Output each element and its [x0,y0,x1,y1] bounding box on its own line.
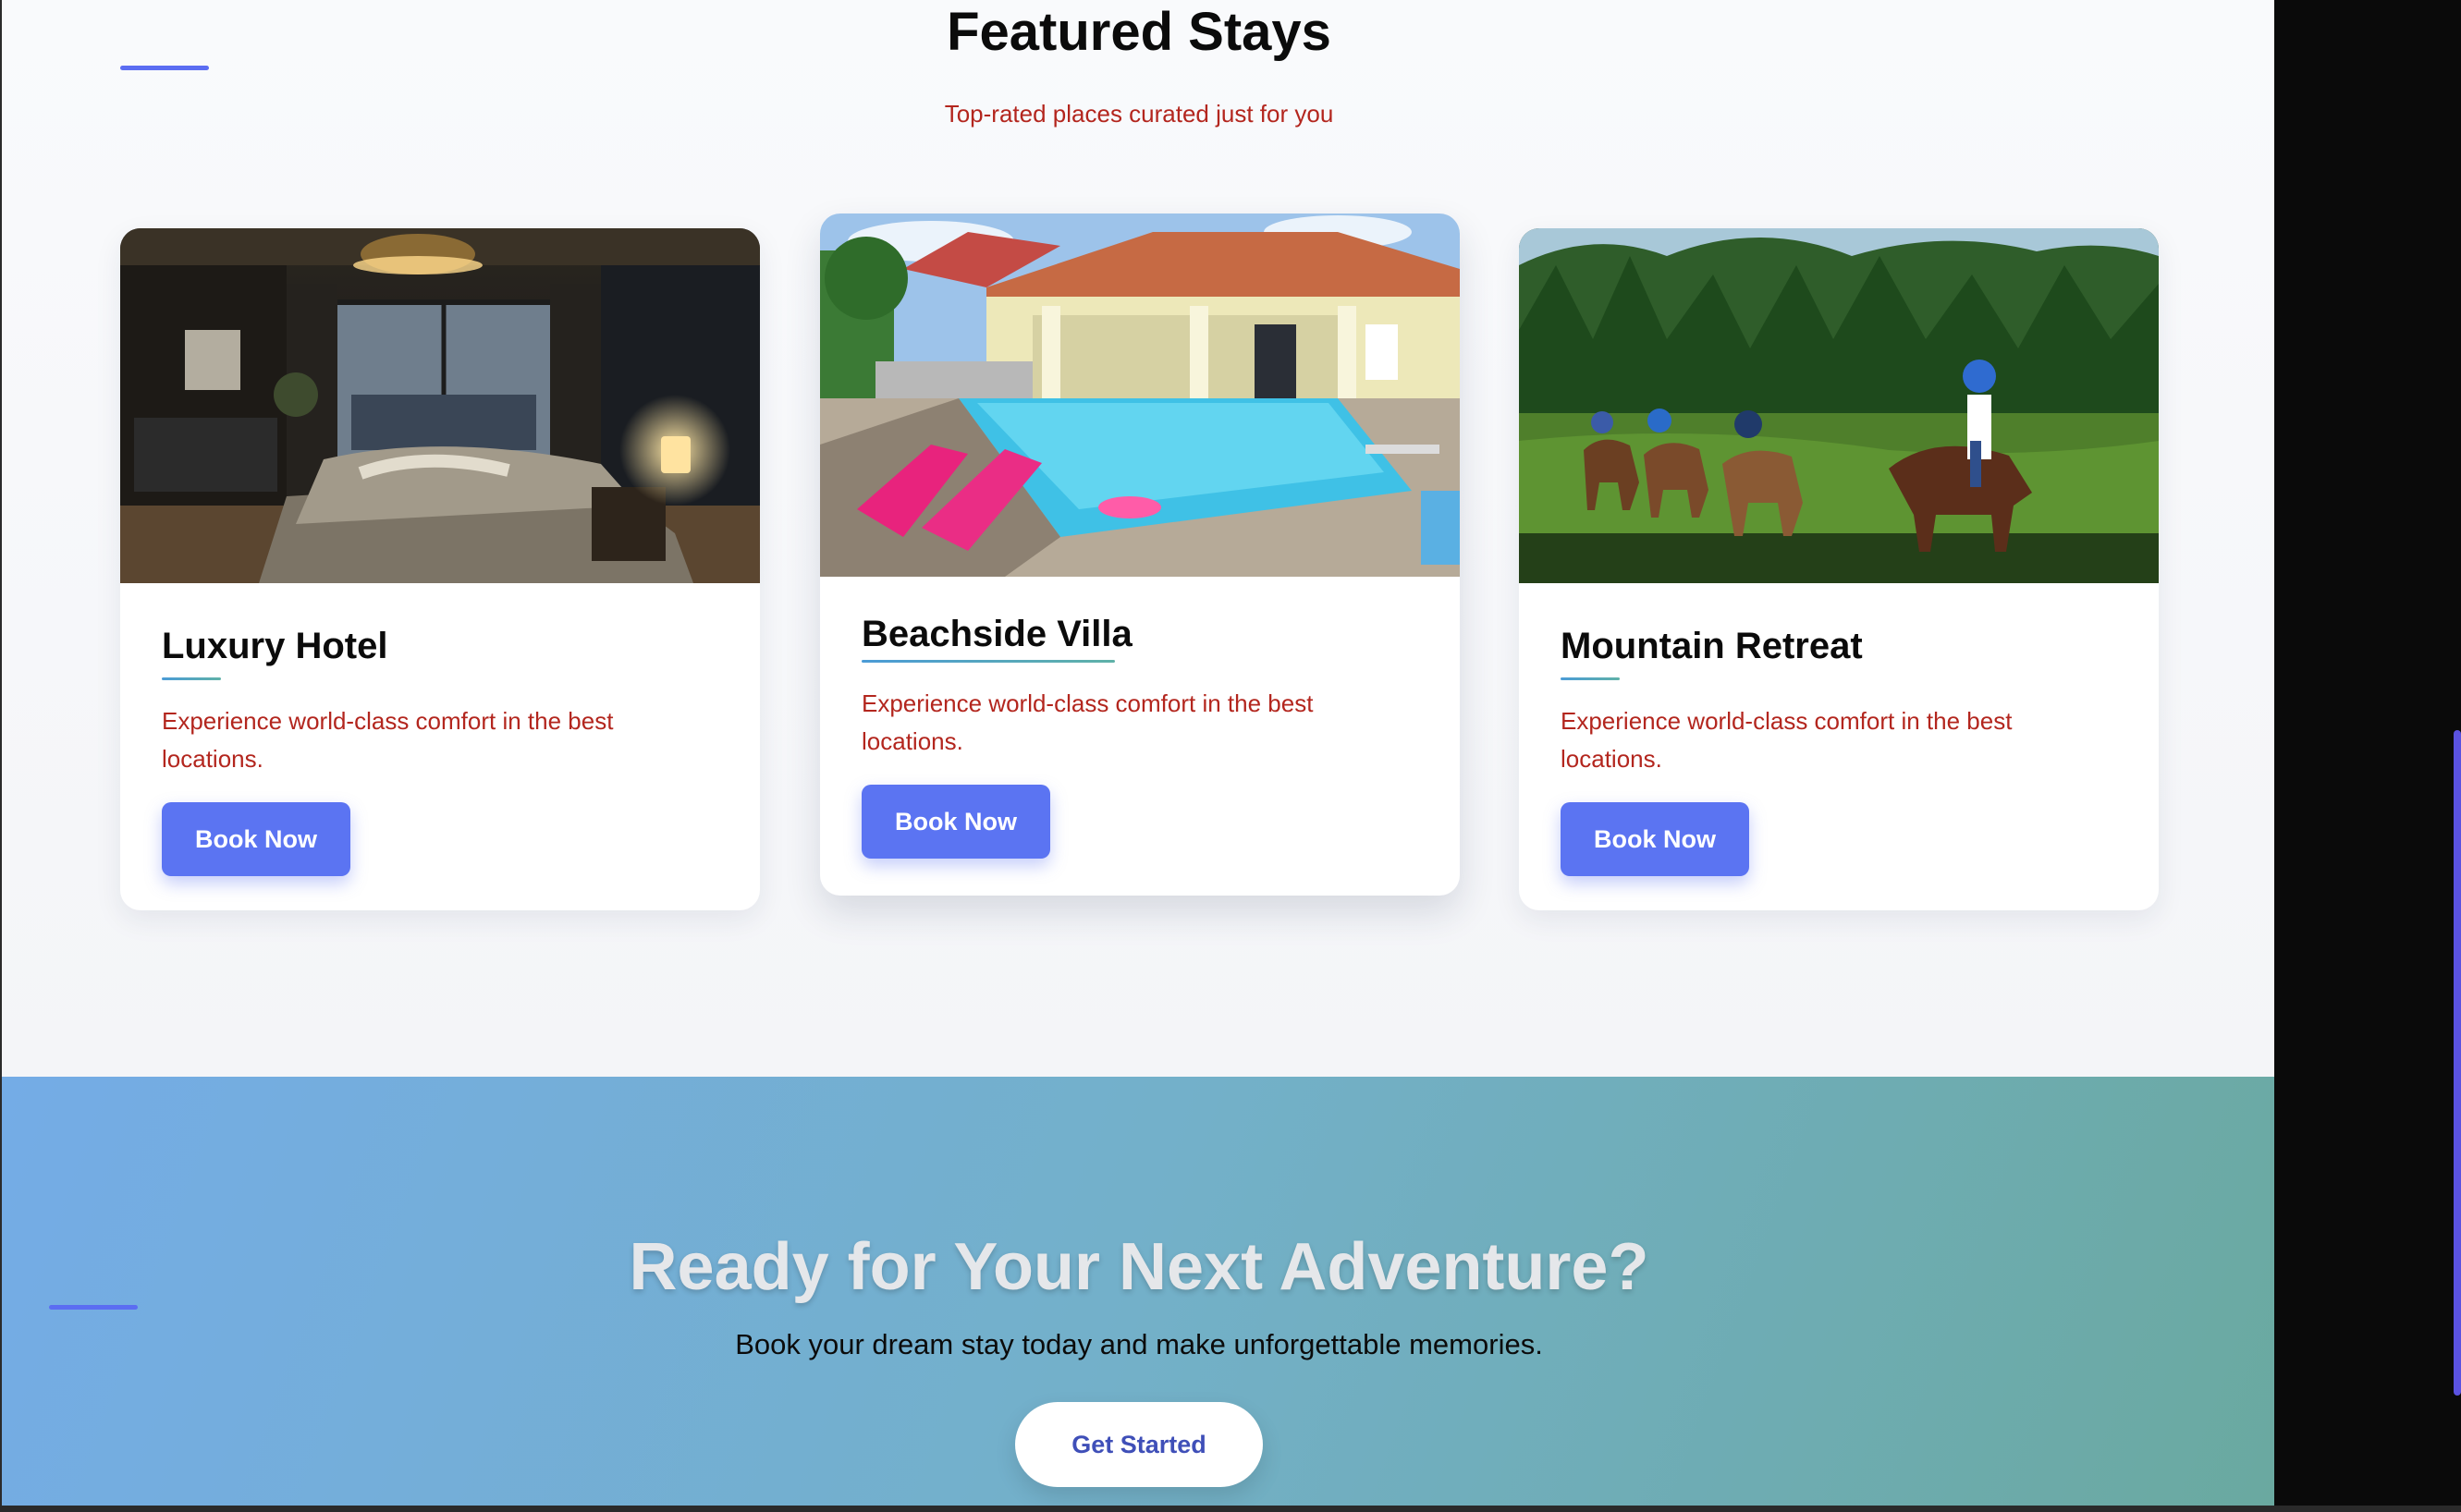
card-title: Beachside Villa [862,614,1133,654]
decorative-accent-line [49,1305,138,1310]
decorative-accent-line [120,66,209,70]
book-now-button[interactable]: Book Now [162,802,350,876]
window-background [2274,0,2461,1512]
book-now-button[interactable]: Book Now [862,785,1050,859]
luxury-bedroom-image [120,228,760,583]
card-description: Experience world-class comfort in the be… [1561,707,2013,773]
window-bottom-border [0,1506,2461,1512]
get-started-button[interactable]: Get Started [1015,1402,1263,1487]
stay-card-luxury-hotel: Luxury Hotel Experience world-class comf… [120,228,760,910]
card-description: Experience world-class comfort in the be… [862,689,1314,755]
cta-subtitle: Book your dream stay today and make unfo… [735,1328,1543,1360]
card-description: Experience world-class comfort in the be… [162,707,614,773]
section-subtitle: Top-rated places curated just for you [944,100,1334,128]
title-underline [1561,677,1620,680]
book-now-button[interactable]: Book Now [1561,802,1749,876]
scrollbar-thumb[interactable] [2454,730,2461,1396]
horseback-riding-image [1519,228,2159,583]
title-underline [862,660,1115,663]
cta-section: Ready for Your Next Adventure? Book your… [2,1077,2274,1512]
cta-title: Ready for Your Next Adventure? [629,1230,1649,1304]
stay-card-mountain-retreat: Mountain Retreat Experience world-class … [1519,228,2159,910]
section-title: Featured Stays [947,2,1331,62]
card-title: Mountain Retreat [1561,626,1863,666]
page-viewport: Featured Stays Top-rated places curated … [0,0,2274,1512]
card-title: Luxury Hotel [162,626,388,666]
stay-card-beachside-villa: Beachside Villa Experience world-class c… [820,213,1460,896]
villa-pool-image [820,213,1460,577]
title-underline [162,677,221,680]
featured-stays-section: Featured Stays Top-rated places curated … [2,0,2274,1077]
